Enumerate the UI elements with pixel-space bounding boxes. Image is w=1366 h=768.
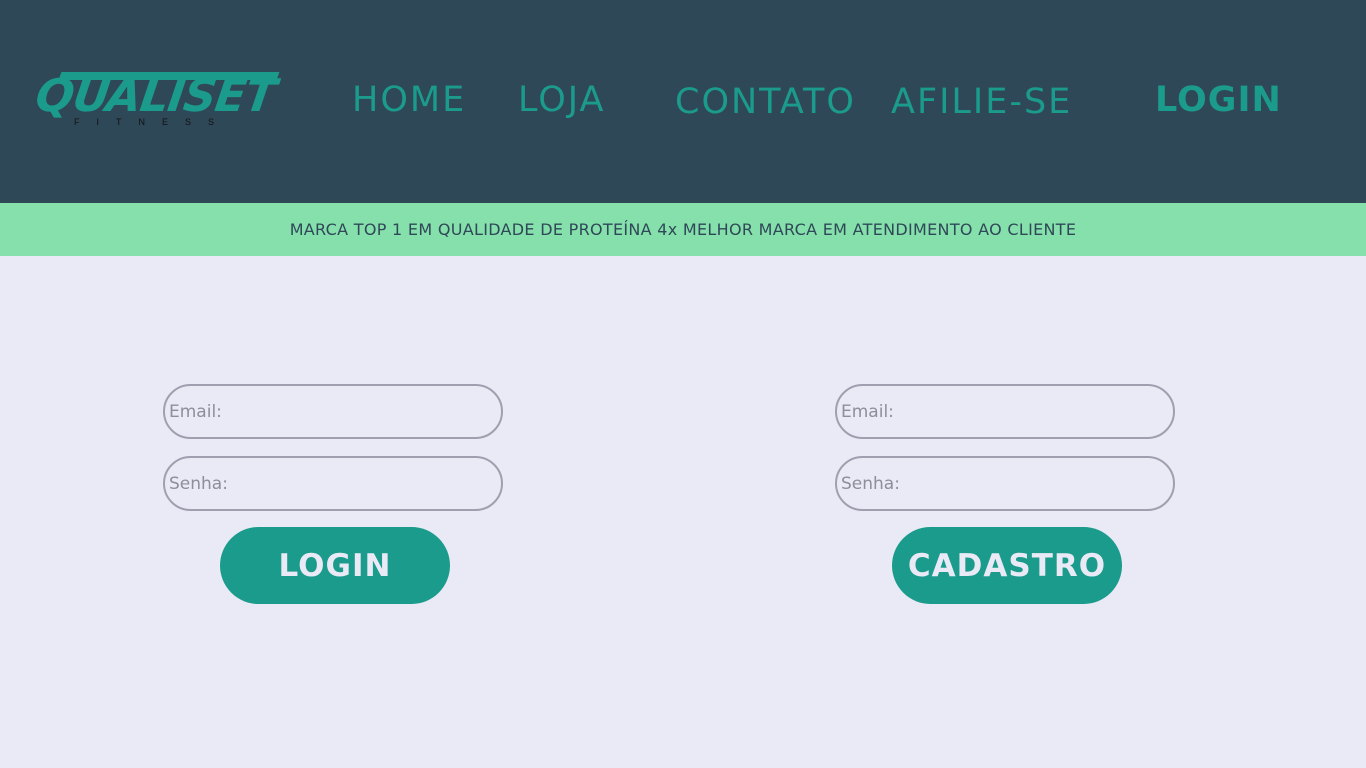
login-email-input[interactable] xyxy=(163,384,503,439)
logo-wordmark: QUALISET xyxy=(32,69,279,122)
nav-loja-link[interactable]: LOJA xyxy=(518,80,605,120)
site-header: QUALISET FITNESS HOME LOJA CONTATO AFILI… xyxy=(0,0,1366,203)
brand-logo[interactable]: QUALISET FITNESS xyxy=(32,69,280,130)
signup-password-input[interactable] xyxy=(835,456,1175,511)
logo-tagline: FITNESS xyxy=(74,117,232,127)
nav-home-link[interactable]: HOME xyxy=(352,80,466,120)
login-password-input[interactable] xyxy=(163,456,503,511)
signup-email-input[interactable] xyxy=(835,384,1175,439)
nav-contato-link[interactable]: CONTATO xyxy=(675,82,856,122)
promo-banner: MARCA TOP 1 EM QUALIDADE DE PROTEÍNA 4x … xyxy=(0,203,1366,256)
nav-login-link[interactable]: LOGIN xyxy=(1155,80,1282,120)
login-button[interactable]: LOGIN xyxy=(220,527,450,604)
signup-button[interactable]: CADASTRO xyxy=(892,527,1122,604)
nav-afilie-link[interactable]: AFILIE-SE xyxy=(891,82,1072,122)
promo-banner-text: MARCA TOP 1 EM QUALIDADE DE PROTEÍNA 4x … xyxy=(289,220,1077,239)
